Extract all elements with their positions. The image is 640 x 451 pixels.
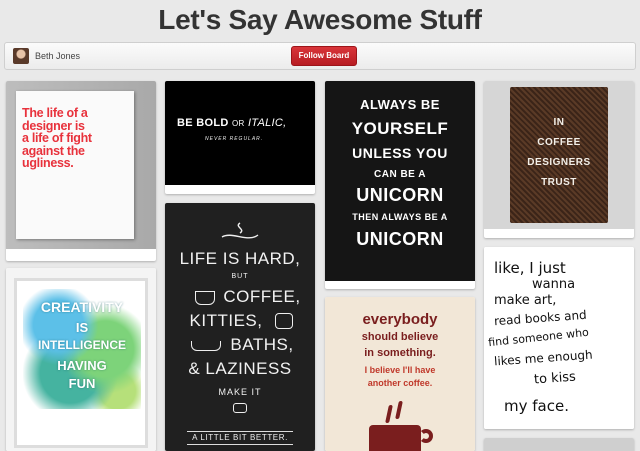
avatar[interactable] xyxy=(13,48,29,64)
pin-image[interactable] xyxy=(484,438,634,451)
pin-handwritten-note[interactable]: like, I just wanna make art, read books … xyxy=(484,247,634,429)
watercolor-art: CREATIVITY IS INTELLIGENCE HAVING FUN xyxy=(23,289,141,409)
pin-life-is-hard[interactable]: LIFE IS HARD, BUT COFFEE, KITTIES, BATHS… xyxy=(165,203,315,451)
flourish-icon xyxy=(221,222,259,239)
board-owner-name[interactable]: Beth Jones xyxy=(35,51,80,61)
shoes-icon xyxy=(233,403,247,413)
board-title: Let's Say Awesome Stuff xyxy=(158,4,482,35)
coffee-bean-mat: IN COFFEE DESIGNERS TRUST xyxy=(510,87,608,223)
pin-image[interactable]: CREATIVITY IS INTELLIGENCE HAVING FUN xyxy=(6,268,156,451)
pin-creativity[interactable]: CREATIVITY IS INTELLIGENCE HAVING FUN xyxy=(6,268,156,451)
pin-image[interactable]: like, I just wanna make art, read books … xyxy=(484,247,634,429)
life-is-hard-text: LIFE IS HARD, xyxy=(179,249,301,268)
pin-in-coffee-designers-trust[interactable]: IN COFFEE DESIGNERS TRUST xyxy=(484,81,634,238)
pin-partial[interactable] xyxy=(484,438,634,451)
pin-image[interactable]: everybody should believe in something. I… xyxy=(325,297,475,451)
pin-image[interactable]: IN COFFEE DESIGNERS TRUST xyxy=(484,81,634,229)
pin-image[interactable]: ALWAYS BE YOURSELF UNLESS YOU CAN BE A U… xyxy=(325,81,475,281)
poster-frame: CREATIVITY IS INTELLIGENCE HAVING FUN xyxy=(14,278,148,448)
quote-text: The life of a designer is a life of figh… xyxy=(22,106,92,170)
never-regular-text: NEVER REGULAR. xyxy=(205,136,264,142)
pin-designer-quote[interactable]: The life of a designer is a life of figh… xyxy=(6,81,156,261)
follow-board-button[interactable]: Follow Board xyxy=(291,46,357,66)
little-bit-better-text: A LITTLE BIT BETTER. xyxy=(187,431,293,445)
bold-text: BE BOLD OR ITALIC, xyxy=(177,117,287,129)
pin-image[interactable]: BE BOLD OR ITALIC, NEVER REGULAR. xyxy=(165,81,315,185)
cup-handle-icon xyxy=(419,429,433,443)
pin-image[interactable]: The life of a designer is a life of figh… xyxy=(6,81,156,249)
pin-be-bold[interactable]: BE BOLD OR ITALIC, NEVER REGULAR. xyxy=(165,81,315,194)
board-header-bar: Beth Jones Follow Board xyxy=(4,42,636,70)
cat-icon xyxy=(275,313,293,329)
quote-card: The life of a designer is a life of figh… xyxy=(16,91,134,239)
pin-image[interactable]: LIFE IS HARD, BUT COFFEE, KITTIES, BATHS… xyxy=(165,203,315,451)
pin-unicorn[interactable]: ALWAYS BE YOURSELF UNLESS YOU CAN BE A U… xyxy=(325,81,475,289)
steam-icon xyxy=(395,401,403,419)
steam-icon xyxy=(385,405,393,423)
pin-everybody-believe[interactable]: everybody should believe in something. I… xyxy=(325,297,475,451)
coffee-cup-icon xyxy=(369,425,421,451)
